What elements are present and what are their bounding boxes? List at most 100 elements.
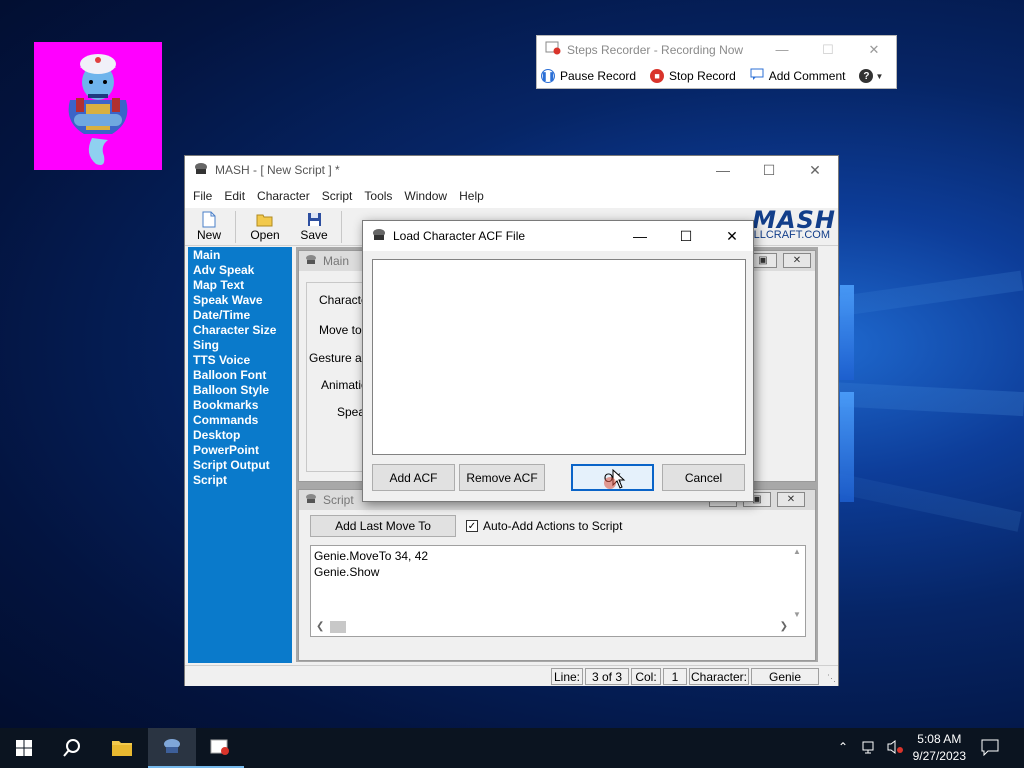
steps-recorder-taskbar-button[interactable] <box>196 728 244 768</box>
genie-character[interactable] <box>34 42 162 170</box>
status-line-value: 3 of 3 <box>585 668 629 685</box>
notifications-icon[interactable] <box>980 738 1000 759</box>
dialog-maximize-button[interactable]: ☐ <box>663 221 709 251</box>
nav-item-commands[interactable]: Commands <box>188 413 292 428</box>
auto-add-checkbox-row[interactable]: ✓ Auto-Add Actions to Script <box>466 519 622 533</box>
menu-tools[interactable]: Tools <box>358 189 398 203</box>
menu-window[interactable]: Window <box>398 189 453 203</box>
steps-minimize-button[interactable]: — <box>759 36 805 63</box>
move-to-field-label: Move to <box>319 323 362 337</box>
steps-close-button[interactable]: ✕ <box>851 36 897 63</box>
script-editor[interactable]: Genie.MoveTo 34, 42 Genie.Show ▲ ▼ ❮ ❯ <box>310 545 806 637</box>
mash-genie-icon <box>164 739 180 753</box>
auto-add-label: Auto-Add Actions to Script <box>483 519 623 533</box>
script-child-close-button[interactable]: ✕ <box>777 492 805 507</box>
mash-status-bar: Line: 3 of 3 Col: 1 Character: Genie ⋱ <box>185 665 838 686</box>
comment-icon <box>750 68 764 84</box>
nav-item-balloon-style[interactable]: Balloon Style <box>188 383 292 398</box>
script-line-2: Genie.Show <box>314 565 380 579</box>
add-acf-button[interactable]: Add ACF <box>372 464 455 491</box>
status-line-label: Line: <box>551 668 583 685</box>
help-dropdown-button[interactable]: ? ▼ <box>859 69 883 83</box>
status-character-label: Character: <box>689 668 749 685</box>
nav-item-tts-voice[interactable]: TTS Voice <box>188 353 292 368</box>
open-folder-icon <box>242 210 288 228</box>
menu-edit[interactable]: Edit <box>218 189 251 203</box>
menu-file[interactable]: File <box>187 189 218 203</box>
steps-maximize-button: ☐ <box>822 41 834 57</box>
menu-help[interactable]: Help <box>453 189 490 203</box>
acf-file-list[interactable] <box>372 259 746 455</box>
speak-field-label: Spea <box>337 405 366 419</box>
cancel-label: Cancel <box>684 470 723 485</box>
nav-item-sing[interactable]: Sing <box>188 338 292 353</box>
animation-field-label: Animatio <box>321 378 368 392</box>
auto-add-checkbox[interactable]: ✓ <box>466 520 478 532</box>
dialog-title: Load Character ACF File <box>393 229 526 243</box>
system-clock[interactable]: 5:08 AM 9/27/2023 <box>913 731 966 765</box>
resize-grip-icon[interactable]: ⋱ <box>827 673 836 684</box>
save-button[interactable]: Save <box>291 210 337 242</box>
mash-taskbar-button[interactable] <box>148 728 196 768</box>
main-child-close-button[interactable]: ✕ <box>783 253 811 268</box>
cancel-button[interactable]: Cancel <box>662 464 745 491</box>
start-button[interactable] <box>0 728 48 768</box>
folder-icon <box>112 741 132 756</box>
search-button[interactable] <box>48 728 96 768</box>
horizontal-scrollbar[interactable]: ❮ ❯ <box>312 619 790 635</box>
genie-icon <box>68 54 128 165</box>
dialog-app-icon <box>371 228 387 245</box>
nav-item-speak-wave[interactable]: Speak Wave <box>188 293 292 308</box>
nav-item-date-time[interactable]: Date/Time <box>188 308 292 323</box>
nav-item-main[interactable]: Main <box>188 248 292 263</box>
vertical-scrollbar[interactable]: ▲ ▼ <box>790 547 804 619</box>
open-button[interactable]: Open <box>242 210 288 242</box>
stop-record-button[interactable]: ■ Stop Record <box>650 69 736 83</box>
nav-item-map-text[interactable]: Map Text <box>188 278 292 293</box>
clock-date: 9/27/2023 <box>912 749 966 763</box>
volume-muted-icon[interactable] <box>886 739 904 758</box>
open-label: Open <box>250 228 280 242</box>
add-last-move-to-button[interactable]: Add Last Move To <box>310 515 456 537</box>
show-hidden-icons-chevron-icon[interactable]: ⌃ <box>838 740 848 754</box>
steps-recorder-title: Steps Recorder - Recording Now <box>567 42 744 57</box>
steps-recorder-icon <box>210 739 229 755</box>
mash-close-button[interactable]: ✕ <box>792 156 838 184</box>
script-child-window: Script — ▣ ✕ Add Last Move To ✓ Auto-Add… <box>298 489 816 661</box>
save-disk-icon <box>291 210 337 228</box>
menu-script[interactable]: Script <box>316 189 359 203</box>
dialog-minimize-button[interactable]: — <box>617 221 663 251</box>
steps-recorder-icon <box>545 41 561 58</box>
nav-item-desktop[interactable]: Desktop <box>188 428 292 443</box>
new-document-icon <box>186 210 232 228</box>
nav-item-script[interactable]: Script <box>188 473 292 488</box>
stop-icon: ■ <box>650 69 665 83</box>
file-explorer-taskbar-button[interactable] <box>98 728 146 768</box>
nav-item-adv-speak[interactable]: Adv Speak <box>188 263 292 278</box>
add-comment-label: Add Comment <box>768 69 846 83</box>
nav-item-character-size[interactable]: Character Size <box>188 323 292 338</box>
stop-record-label: Stop Record <box>669 69 736 83</box>
pause-icon: ❚❚ <box>540 69 556 83</box>
network-icon[interactable] <box>862 739 878 758</box>
mash-maximize-button[interactable]: ☐ <box>746 156 792 184</box>
script-child-title: Script <box>323 493 354 507</box>
nav-item-script-output[interactable]: Script Output <box>188 458 292 473</box>
nav-item-balloon-font[interactable]: Balloon Font <box>188 368 292 383</box>
nav-item-powerpoint[interactable]: PowerPoint <box>188 443 292 458</box>
new-button[interactable]: New <box>186 210 232 242</box>
menu-character[interactable]: Character <box>251 189 316 203</box>
dialog-close-button[interactable]: ✕ <box>709 221 755 251</box>
remove-acf-button[interactable]: Remove ACF <box>459 464 545 491</box>
pause-record-label: Pause Record <box>560 69 637 83</box>
gesture-at-field-label: Gesture at <box>309 351 366 365</box>
click-indicator <box>604 477 616 489</box>
add-comment-button[interactable]: Add Comment <box>750 68 846 84</box>
main-child-title: Main <box>323 254 350 268</box>
mash-title: MASH - [ New Script ] * <box>215 163 340 177</box>
help-icon: ? <box>859 69 874 83</box>
pause-record-button[interactable]: ❚❚ Pause Record <box>540 69 637 83</box>
mash-minimize-button[interactable]: — <box>700 156 746 184</box>
nav-item-bookmarks[interactable]: Bookmarks <box>188 398 292 413</box>
status-col-value: 1 <box>663 668 687 685</box>
